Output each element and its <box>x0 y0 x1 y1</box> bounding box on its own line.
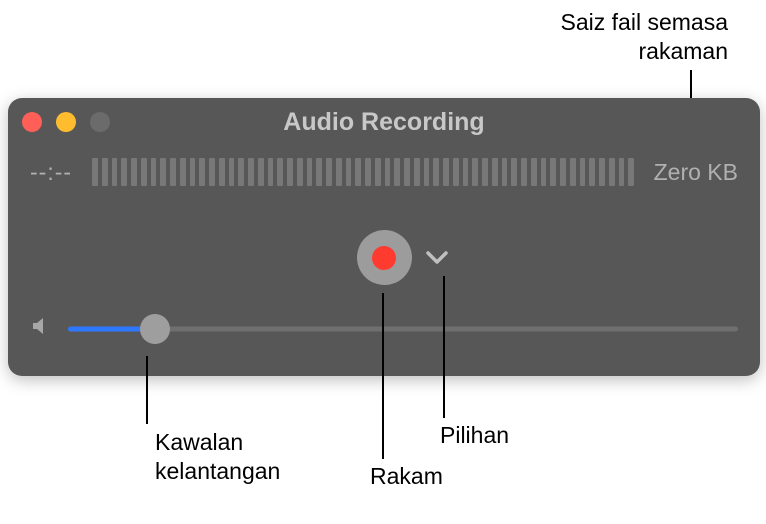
meter-tick <box>180 158 186 186</box>
meter-row: --:-- Zero KB <box>8 146 760 186</box>
meter-tick <box>570 158 576 186</box>
meter-tick <box>414 158 420 186</box>
meter-tick <box>219 158 225 186</box>
meter-tick <box>355 158 361 186</box>
meter-tick <box>326 158 332 186</box>
meter-tick <box>160 158 166 186</box>
meter-tick <box>609 158 615 186</box>
meter-tick <box>502 158 508 186</box>
time-display: --:-- <box>30 159 72 186</box>
meter-tick <box>199 158 205 186</box>
meter-tick <box>151 158 157 186</box>
meter-tick <box>238 158 244 186</box>
level-meter <box>92 158 634 186</box>
annotation-volume: Kawalan kelantangan <box>155 428 280 486</box>
meter-tick <box>346 158 352 186</box>
window-controls <box>22 112 110 132</box>
meter-tick <box>336 158 342 186</box>
meter-tick <box>190 158 196 186</box>
meter-tick <box>258 158 264 186</box>
meter-tick <box>112 158 118 186</box>
record-row <box>8 230 760 285</box>
meter-tick <box>394 158 400 186</box>
record-icon <box>372 246 396 270</box>
annotation-filesize: Saiz fail semasa rakaman <box>561 8 728 66</box>
volume-slider[interactable] <box>68 317 738 341</box>
close-button[interactable] <box>22 112 42 132</box>
meter-tick <box>131 158 137 186</box>
slider-thumb[interactable] <box>140 314 170 344</box>
minimize-button[interactable] <box>56 112 76 132</box>
meter-tick <box>628 158 634 186</box>
meter-tick <box>550 158 556 186</box>
meter-tick <box>102 158 108 186</box>
volume-row <box>8 315 760 342</box>
annotation-line-options <box>443 276 445 418</box>
annotation-volume-line1: Kawalan <box>155 429 243 455</box>
meter-tick <box>248 158 254 186</box>
meter-tick <box>170 158 176 186</box>
annotation-filesize-line1: Saiz fail semasa <box>561 9 728 35</box>
window-title: Audio Recording <box>8 108 760 137</box>
annotation-record: Rakam <box>370 462 443 491</box>
meter-tick <box>287 158 293 186</box>
meter-tick <box>375 158 381 186</box>
meter-tick <box>511 158 517 186</box>
audio-recording-window: Audio Recording --:-- Zero KB <box>8 98 760 376</box>
meter-tick <box>463 158 469 186</box>
meter-tick <box>443 158 449 186</box>
meter-tick <box>141 158 147 186</box>
meter-tick <box>277 158 283 186</box>
meter-tick <box>365 158 371 186</box>
meter-tick <box>531 158 537 186</box>
meter-tick <box>268 158 274 186</box>
meter-tick <box>589 158 595 186</box>
chevron-down-icon <box>426 251 448 265</box>
meter-tick <box>453 158 459 186</box>
file-size: Zero KB <box>654 159 738 186</box>
titlebar: Audio Recording <box>8 98 760 146</box>
annotation-line-volume <box>146 356 148 424</box>
meter-tick <box>121 158 127 186</box>
meter-tick <box>307 158 313 186</box>
meter-tick <box>541 158 547 186</box>
meter-tick <box>92 158 98 186</box>
meter-tick <box>472 158 478 186</box>
meter-tick <box>433 158 439 186</box>
meter-tick <box>297 158 303 186</box>
annotation-volume-line2: kelantangan <box>155 458 280 484</box>
record-button[interactable] <box>357 230 412 285</box>
meter-tick <box>599 158 605 186</box>
meter-tick <box>492 158 498 186</box>
meter-tick <box>580 158 586 186</box>
meter-tick <box>229 158 235 186</box>
meter-tick <box>619 158 625 186</box>
meter-tick <box>209 158 215 186</box>
meter-tick <box>385 158 391 186</box>
maximize-button[interactable] <box>90 112 110 132</box>
annotation-filesize-line2: rakaman <box>639 38 728 64</box>
meter-tick <box>404 158 410 186</box>
meter-tick <box>424 158 430 186</box>
meter-tick <box>316 158 322 186</box>
meter-tick <box>560 158 566 186</box>
options-button[interactable] <box>424 245 450 271</box>
annotation-line-record <box>382 293 384 459</box>
speaker-icon <box>30 315 52 342</box>
annotation-options: Pilihan <box>440 421 509 450</box>
meter-tick <box>521 158 527 186</box>
meter-tick <box>482 158 488 186</box>
